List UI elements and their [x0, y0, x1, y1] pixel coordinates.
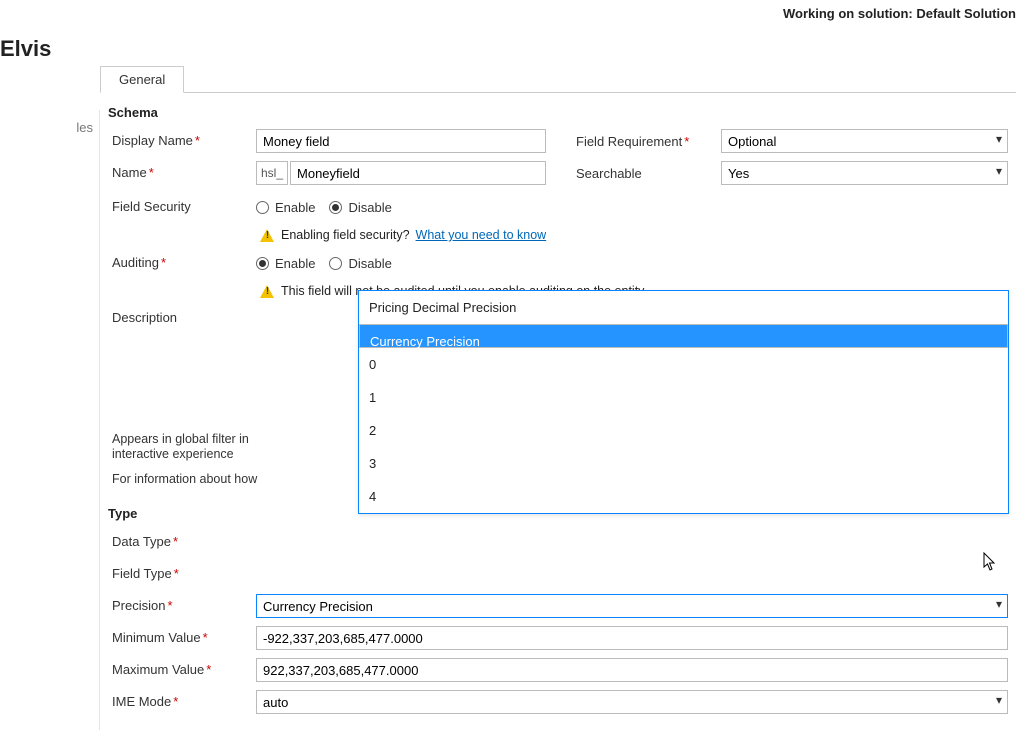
label-name: Name*: [108, 165, 256, 181]
name-input[interactable]: [290, 161, 546, 185]
auditing-enable-radio[interactable]: Enable: [256, 256, 315, 271]
auditing-radio-group: Enable Disable: [256, 256, 392, 271]
field-security-disable-radio[interactable]: Disable: [329, 200, 391, 215]
min-value-input[interactable]: [256, 626, 1008, 650]
label-description: Description: [108, 310, 256, 326]
precision-option[interactable]: 2: [359, 414, 1008, 447]
label-max-value: Maximum Value*: [108, 662, 256, 678]
display-name-input[interactable]: [256, 129, 546, 153]
label-appears-in-filter: Appears in global filter in interactive …: [108, 432, 288, 462]
precision-option[interactable]: Pricing Decimal Precision: [359, 291, 1008, 324]
label-display-name: Display Name*: [108, 133, 256, 149]
mouse-cursor-icon: [983, 552, 997, 572]
tab-general[interactable]: General: [100, 66, 184, 93]
required-star: *: [195, 133, 200, 148]
type-form: Data Type* Field Type* Precision* Minimu…: [100, 527, 1016, 717]
precision-option[interactable]: Currency Precision: [359, 324, 1008, 348]
label-field-security: Field Security: [108, 199, 256, 215]
sidebar-item[interactable]: les: [0, 120, 93, 135]
field-security-radio-group: Enable Disable: [256, 200, 392, 215]
precision-option[interactable]: 4: [359, 480, 1008, 513]
precision-option[interactable]: 0: [359, 348, 1008, 381]
ime-mode-select[interactable]: [256, 690, 1008, 714]
searchable-select[interactable]: [721, 161, 1008, 185]
field-security-enable-radio[interactable]: Enable: [256, 200, 315, 215]
name-prefix: hsl_: [256, 161, 288, 185]
precision-option[interactable]: 3: [359, 447, 1008, 480]
field-security-warning: Enabling field security? What you need t…: [260, 224, 1008, 248]
field-requirement-select[interactable]: [721, 129, 1008, 153]
label-data-type: Data Type*: [108, 534, 256, 550]
left-sidebar: les: [0, 110, 100, 730]
precision-select[interactable]: [256, 594, 1008, 618]
tab-strip: General: [100, 66, 1016, 93]
label-precision: Precision*: [108, 598, 256, 614]
label-field-requirement: Field Requirement*: [576, 134, 721, 149]
auditing-disable-radio[interactable]: Disable: [329, 256, 391, 271]
warning-icon: [260, 285, 275, 298]
working-on-solution: Working on solution: Default Solution: [783, 6, 1016, 21]
content-area: General Schema Display Name* Field Requi…: [100, 62, 1016, 750]
label-ime-mode: IME Mode*: [108, 694, 256, 710]
max-value-input[interactable]: [256, 658, 1008, 682]
field-security-learn-link[interactable]: What you need to know: [416, 228, 547, 242]
label-auditing: Auditing*: [108, 255, 256, 271]
precision-dropdown-list[interactable]: Pricing Decimal PrecisionCurrency Precis…: [358, 290, 1009, 514]
label-searchable: Searchable: [576, 166, 721, 181]
label-min-value: Minimum Value*: [108, 630, 256, 646]
page-title: Elvis: [0, 36, 51, 62]
precision-option[interactable]: 1: [359, 381, 1008, 414]
warning-icon: [260, 229, 275, 242]
label-field-type: Field Type*: [108, 566, 256, 582]
label-for-info: For information about how: [108, 472, 308, 487]
section-schema-heading: Schema: [108, 105, 1016, 120]
